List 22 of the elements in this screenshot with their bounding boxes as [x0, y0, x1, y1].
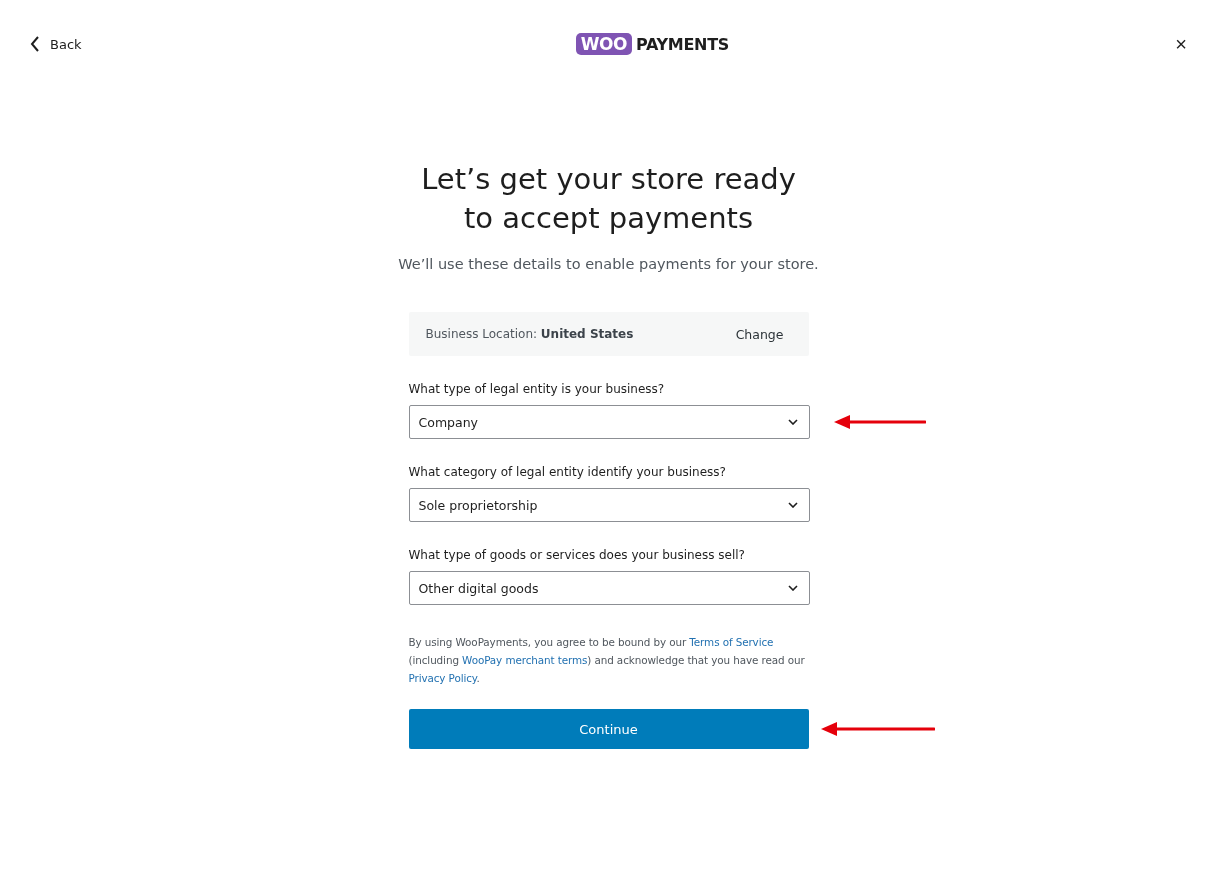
chevron-down-icon: [787, 585, 798, 591]
page-title: Let’s get your store ready to accept payments: [421, 161, 796, 237]
terms-text: By using WooPayments, you agree to be bound by our Terms of Service (including WooPay merchant terms) and acknowledge that you have read our Privacy Policy.: [408, 635, 806, 686]
terms-link[interactable]: WooPay merchant terms: [462, 654, 588, 666]
chevron-down-icon: [787, 419, 798, 425]
logo-mark: WOO: [575, 33, 632, 55]
chevron-left-icon: [30, 36, 40, 52]
back-button[interactable]: Back: [30, 36, 82, 52]
field-label: What type of legal entity is your business?: [408, 382, 666, 396]
logo-text: PAYMENTS: [636, 34, 729, 54]
chevron-down-icon: [787, 502, 798, 508]
select-field[interactable]: Sole proprietorship: [408, 488, 810, 522]
field-label: What type of goods or services does your business sell?: [408, 548, 746, 562]
field-label: What category of legal entity identify your business?: [408, 465, 727, 479]
terms-link[interactable]: Terms of Service: [689, 636, 774, 648]
location-text: Business Location: United States: [425, 327, 634, 341]
continue-button[interactable]: Continue: [408, 709, 809, 749]
change-link[interactable]: Change: [735, 326, 784, 342]
select-field[interactable]: Company: [408, 405, 810, 439]
close-button[interactable]: ×: [1175, 32, 1187, 56]
page-subtitle: We’ll use these details to enable payments for your store.: [398, 256, 819, 272]
select-field[interactable]: Other digital goods: [408, 571, 810, 605]
